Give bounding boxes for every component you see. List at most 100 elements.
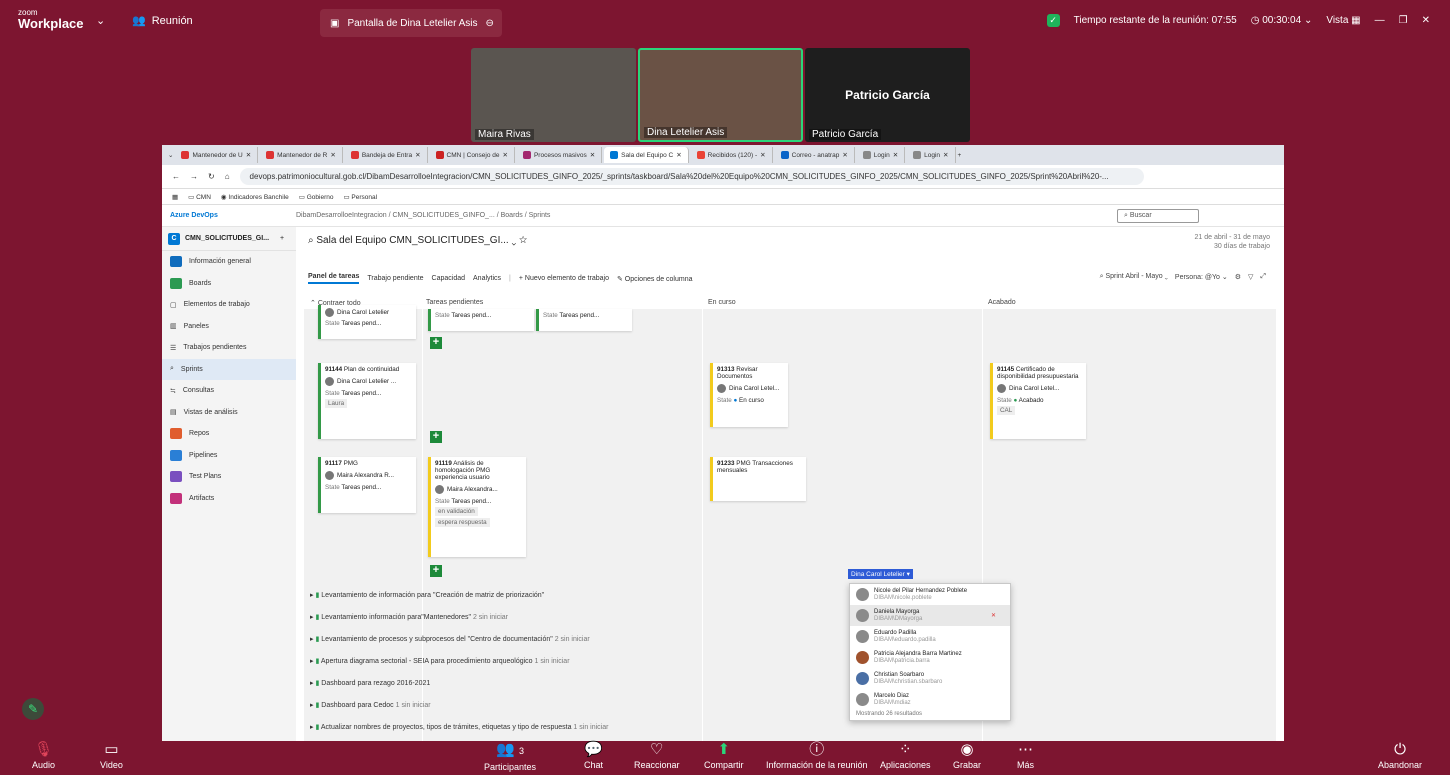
reload-icon[interactable]: ↻ xyxy=(208,172,215,181)
participants-button[interactable]: 👥 3 Participantes xyxy=(484,741,536,772)
add-task-button[interactable]: + xyxy=(430,565,442,577)
task-card-91145[interactable]: 91145 Certificado de disponibilidad pres… xyxy=(990,363,1086,439)
sidebar-item-queries[interactable]: ≒ Consultas xyxy=(162,380,296,402)
tab-analytics[interactable]: Analytics xyxy=(473,275,501,282)
task-card-91313[interactable]: 91313 Revisar Documentos Dina Carol Lete… xyxy=(710,363,788,427)
tab-backlog[interactable]: Trabajo pendiente xyxy=(367,275,423,282)
expand-icon[interactable]: ⤢ xyxy=(1260,273,1266,281)
video-tile[interactable]: Maira Rivas xyxy=(471,48,636,142)
forward-icon[interactable]: → xyxy=(190,172,198,181)
task-card[interactable]: State Tareas pend... xyxy=(428,309,534,331)
backlog-row[interactable]: ▸ ▮ Levantamiento información para"Mante… xyxy=(310,613,508,621)
browser-tab[interactable]: Procesos masivos ✕ xyxy=(517,147,603,163)
more-options-icon[interactable]: ⊖ xyxy=(486,18,494,29)
share-screen-button[interactable]: ⬆ Compartir xyxy=(704,741,744,770)
browser-tab[interactable]: CMN | Consejo de ✕ xyxy=(430,147,515,163)
minimize-icon[interactable]: — xyxy=(1375,15,1385,26)
browser-tab[interactable]: Recibidos (120) - ✕ xyxy=(691,147,773,163)
backlog-row[interactable]: ▸ ▮ Dashboard para rezago 2016-2021 xyxy=(310,679,430,687)
task-card-91233[interactable]: 91233 PMG Transacciones mensuales xyxy=(710,457,806,501)
sidebar-item-boards[interactable]: Boards xyxy=(162,273,296,295)
sidebar-item-pipelines[interactable]: Pipelines xyxy=(162,445,296,467)
sidebar-item-work-items[interactable]: ▢ Elementos de trabajo xyxy=(162,294,296,316)
sprint-team-title[interactable]: ⌕ Sala del Equipo CMN_SOLICITUDES_GI... … xyxy=(308,235,527,246)
bookmark[interactable]: ◉ Indicadores Banchile xyxy=(221,193,289,201)
screen-share-tab[interactable]: ▣ Pantalla de Dina Letelier Asis ⊖ xyxy=(320,9,502,37)
elapsed-timer[interactable]: ◷ 00:30:04 ⌄ xyxy=(1251,15,1313,26)
azure-devops-logo[interactable]: Azure DevOps xyxy=(162,212,296,219)
assignee-option[interactable]: Marcelo Diaz DIBAM\mdiaz xyxy=(850,689,1010,710)
video-button[interactable]: ▭ Video xyxy=(100,741,123,770)
sidebar-item-test-plans[interactable]: Test Plans xyxy=(162,466,296,488)
security-shield-icon[interactable]: ✓ xyxy=(1046,14,1060,27)
add-task-button[interactable]: + xyxy=(430,431,442,443)
sidebar-item-backlogs[interactable]: ☰ Trabajos pendientes xyxy=(162,337,296,359)
assignee-option[interactable]: Patricia Alejandra Barra Martinez DIBAM\p… xyxy=(850,647,1010,668)
assignee-option[interactable]: Eduardo Padilla DIBAM\eduardo.padilla xyxy=(850,626,1010,647)
url-field[interactable]: devops.patrimoniocultural.gob.cl/DibamDe… xyxy=(239,168,1144,185)
reactions-button[interactable]: ♡ Reaccionar xyxy=(634,741,680,770)
record-button[interactable]: ◉ Grabar xyxy=(953,741,981,770)
backlog-row[interactable]: ▸ ▮ Apertura diagrama sectorial - SEIA p… xyxy=(310,657,570,665)
remove-icon[interactable]: ✕ xyxy=(991,612,996,619)
logo-dropdown-icon[interactable]: ⌄ xyxy=(96,14,105,27)
sidebar-item-overview[interactable]: Información general xyxy=(162,251,296,273)
meeting-info-button[interactable]: ⓘ Información de la reunión xyxy=(766,741,868,770)
task-card[interactable]: State Tareas pend... xyxy=(536,309,632,331)
sidebar-item-repos[interactable]: Repos xyxy=(162,423,296,445)
filter-icon[interactable]: ▽ xyxy=(1248,273,1253,281)
breadcrumb[interactable]: DibamDesarrolloeIntegracion / CMN_SOLICI… xyxy=(296,212,550,219)
close-icon[interactable]: ✕ xyxy=(1422,15,1430,26)
video-tile[interactable]: Patricio García Patricio García xyxy=(805,48,970,142)
browser-tab[interactable]: Login ✕ xyxy=(907,147,956,163)
task-card-91119[interactable]: 91119 Análisis de homologación PMG exper… xyxy=(428,457,526,557)
sidebar-item-sprints[interactable]: ⌕ Sprints xyxy=(162,358,296,380)
assignee-option[interactable]: Nicole del Pilar Hernandez Poblete DIBAM\… xyxy=(850,584,1010,605)
backlog-row[interactable]: ▸ ▮ Levantamiento de información para "C… xyxy=(310,591,544,599)
add-icon[interactable]: + xyxy=(280,235,284,242)
new-work-item-button[interactable]: + Nuevo elemento de trabajo xyxy=(519,275,609,282)
bookmark[interactable]: ▭ Gobierno xyxy=(299,193,334,201)
sidebar-item-boards-panel[interactable]: ▥ Paneles xyxy=(162,316,296,338)
person-filter[interactable]: Persona: @Yo ⌄ xyxy=(1175,273,1228,281)
sidebar-item-analytics[interactable]: ▤ Vistas de análisis xyxy=(162,402,296,424)
browser-tab[interactable]: Login ✕ xyxy=(857,147,906,163)
browser-tab[interactable]: Correo - anatrap ✕ xyxy=(775,147,855,163)
leave-button[interactable]: ⏻ Abandonar xyxy=(1378,741,1422,770)
back-icon[interactable]: ← xyxy=(172,172,180,181)
sidebar-item-artifacts[interactable]: Artifacts xyxy=(162,488,296,510)
add-task-button[interactable]: + xyxy=(430,337,442,349)
backlog-row[interactable]: ▸ ▮ Dashboard para Cedoc 1 sin iniciar xyxy=(310,701,431,709)
home-icon[interactable]: ⌂ xyxy=(225,172,230,181)
project-selector[interactable]: C CMN_SOLICITUDES_GI... + xyxy=(162,227,296,251)
browser-tab[interactable]: Mantenedor de R ✕ xyxy=(260,147,343,163)
tab-search-icon[interactable]: ⌄ xyxy=(168,151,173,159)
settings-icon[interactable]: ⚙ xyxy=(1235,273,1241,281)
backlog-row[interactable]: ▸ ▮ Actualizar nombres de proyectos, tip… xyxy=(310,723,608,731)
assignee-edit-field[interactable]: Dina Carol Letelier ▾ xyxy=(848,569,913,579)
assignee-option[interactable]: Daniela Mayorga DIBAM\DMayorga ✕ xyxy=(850,605,1010,626)
work-item-card-91117[interactable]: 91117 PMG Maira Alexandra R... State Tar… xyxy=(318,457,416,513)
work-item-card[interactable]: Dina Carol Letelier State Tareas pend... xyxy=(318,305,416,339)
audio-button[interactable]: 🎙 Audio xyxy=(32,741,55,770)
annotate-pen-icon[interactable]: ✎ xyxy=(22,698,44,720)
tab-taskboard[interactable]: Panel de tareas xyxy=(308,273,360,284)
view-button[interactable]: Vista ▦ xyxy=(1326,15,1360,26)
column-options-button[interactable]: ✎ Opciones de columna xyxy=(617,275,693,283)
apps-button[interactable]: ⁘ Aplicaciones xyxy=(880,741,931,770)
browser-tab-active[interactable]: Sala del Equipo C ✕ xyxy=(604,147,689,163)
apps-grid-icon[interactable]: ▦ xyxy=(172,193,178,201)
tab-capacity[interactable]: Capacidad xyxy=(432,275,465,282)
bookmark[interactable]: ▭ Personal xyxy=(343,193,377,201)
restore-icon[interactable]: ❐ xyxy=(1399,15,1408,26)
browser-tab[interactable]: Bandeja de Entra ✕ xyxy=(345,147,428,163)
assignee-option[interactable]: Christian Soarbaro DIBAM\christian.sbarba… xyxy=(850,668,1010,689)
more-button[interactable]: ⋯ Más xyxy=(1017,741,1034,770)
sprint-picker[interactable]: ⌕ Sprint Abril - Mayo ⌄ xyxy=(1100,273,1168,281)
video-tile-active[interactable]: Dina Letelier Asis xyxy=(638,48,803,142)
backlog-row[interactable]: ▸ ▮ Levantamiento de procesos y subproce… xyxy=(310,635,590,643)
chat-button[interactable]: 💬 Chat xyxy=(584,741,603,770)
meeting-tab[interactable]: 👥 Reunión xyxy=(132,14,193,28)
work-item-card-91144[interactable]: 91144 Plan de continuidad Dina Carol Let… xyxy=(318,363,416,439)
search-input[interactable]: ⌕ Buscar xyxy=(1117,209,1199,223)
